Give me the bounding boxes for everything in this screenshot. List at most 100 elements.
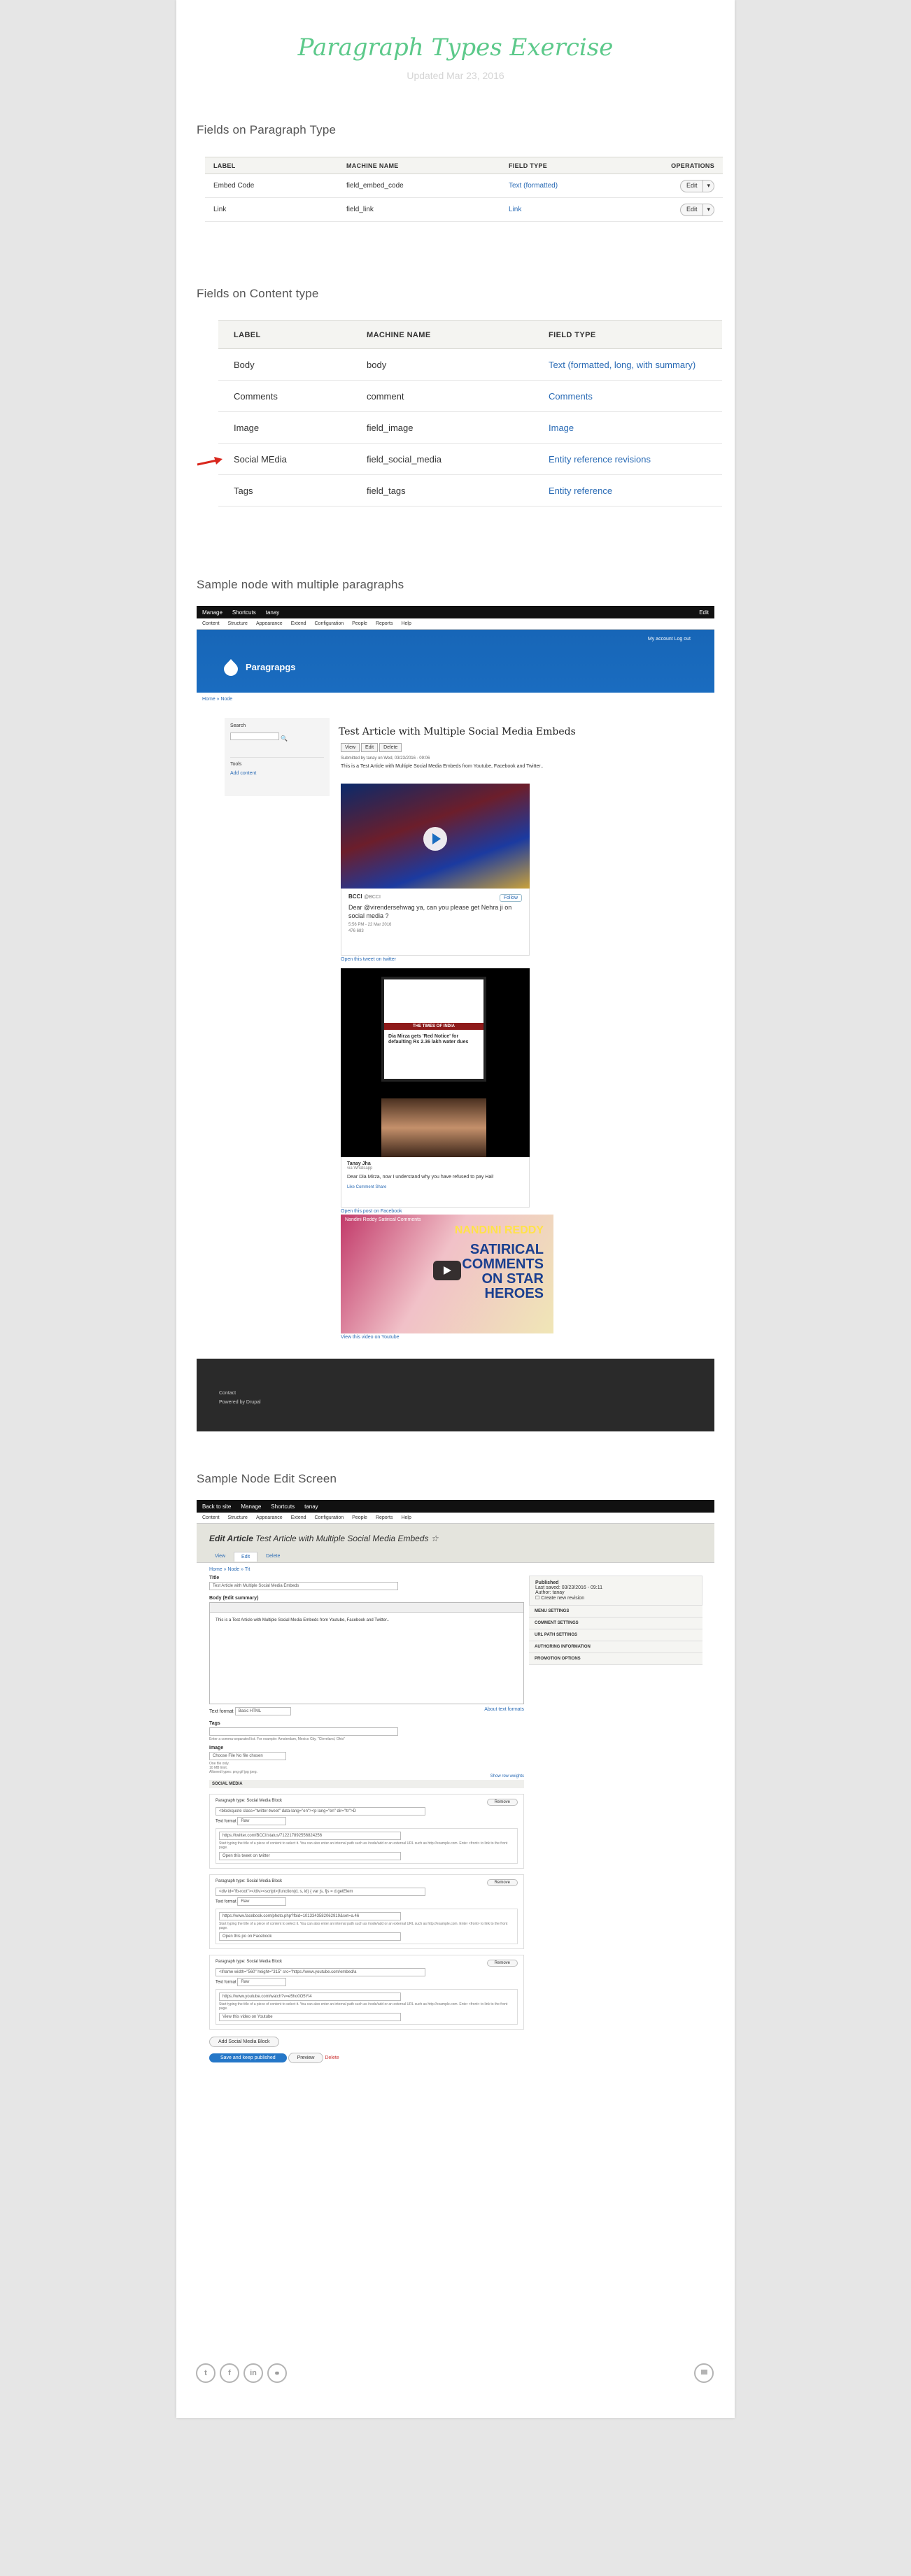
comment-settings[interactable]: COMMENT SETTINGS (529, 1618, 702, 1629)
remove-button[interactable]: Remove (486, 1879, 518, 1886)
toolbar-user[interactable]: tanay (304, 1503, 318, 1510)
menu-item[interactable]: Content (202, 621, 220, 626)
promotion-options[interactable]: PROMOTION OPTIONS (529, 1653, 702, 1665)
row-weights-link[interactable]: Show row weights (209, 1774, 524, 1778)
yt-link[interactable]: View this video on Youtube (341, 1335, 553, 1340)
url-input[interactable]: https://twitter.com/BCCI/status/71221789… (219, 1832, 401, 1840)
format-select[interactable]: Raw (237, 1978, 287, 1986)
remove-button[interactable]: Remove (486, 1960, 518, 1967)
title-input[interactable]: Test Article with Multiple Social Media … (209, 1582, 398, 1590)
embed-code-input[interactable]: <div id="fb-root"></div><script>(functio… (216, 1888, 425, 1896)
fb-link[interactable]: Open this post on Facebook (341, 1209, 530, 1214)
tab-view[interactable]: View (341, 743, 360, 752)
menu-item[interactable]: People (352, 621, 367, 626)
edit-button[interactable]: Edit ▾ (679, 203, 714, 216)
menu-item[interactable]: Content (202, 1515, 220, 1520)
site-name[interactable]: Paragrapgs (246, 662, 296, 672)
tab-edit[interactable]: Edit (361, 743, 379, 752)
field-type-link[interactable]: Comments (533, 380, 722, 412)
menu-item[interactable]: Configuration (315, 621, 344, 626)
url-path-settings[interactable]: URL PATH SETTINGS (529, 1629, 702, 1641)
menu-item[interactable]: Structure (228, 1515, 248, 1520)
field-type-link[interactable]: Text (formatted) (500, 174, 654, 198)
toolbar-edit[interactable]: Edit (699, 609, 714, 616)
link-icon[interactable]: ⚭ (267, 2363, 287, 2383)
menu-item[interactable]: Help (401, 621, 411, 626)
footer-contact[interactable]: Contact (219, 1391, 692, 1396)
facebook-icon[interactable]: f (220, 2363, 239, 2383)
body-editor[interactable]: This is a Test Article with Multiple Soc… (209, 1602, 524, 1704)
footer-powered[interactable]: Powered by Drupal (219, 1400, 692, 1405)
toolbar-manage[interactable]: Manage (241, 1503, 261, 1510)
format-select[interactable]: Raw (237, 1897, 287, 1906)
paper: Paragraph Types Exercise Updated Mar 23,… (176, 0, 735, 2418)
tags-input[interactable] (209, 1727, 398, 1736)
chevron-down-icon[interactable]: ▾ (702, 204, 714, 215)
breadcrumb[interactable]: Home » Node » Tit (197, 1563, 714, 1576)
field-type-link[interactable]: Text (formatted, long, with summary) (533, 348, 722, 381)
embed-code-input[interactable]: <iframe width="560" height="315" src="ht… (216, 1968, 425, 1976)
link-text-input[interactable]: Open this tweet on twitter (219, 1852, 401, 1860)
menu-item[interactable]: Configuration (315, 1515, 344, 1520)
tab-delete[interactable]: Delete (379, 743, 402, 752)
youtube-play-icon[interactable] (433, 1261, 461, 1280)
tab-delete[interactable]: Delete (259, 1552, 287, 1562)
toolbar-back[interactable]: Back to site (202, 1503, 231, 1510)
menu-item[interactable]: Help (401, 1515, 411, 1520)
field-type-link[interactable]: Link (500, 197, 654, 222)
menu-settings[interactable]: MENU SETTINGS (529, 1606, 702, 1618)
star-icon[interactable]: ☆ (431, 1534, 439, 1543)
field-type-link[interactable]: Entity reference revisions (533, 443, 722, 475)
body-text[interactable]: This is a Test Article with Multiple Soc… (210, 1613, 523, 1628)
menu-item[interactable]: Extend (291, 1515, 306, 1520)
format-select[interactable]: Basic HTML (234, 1707, 291, 1715)
toolbar-user[interactable]: tanay (266, 609, 280, 616)
account-links[interactable]: My account Log out (648, 637, 691, 642)
image-input[interactable]: Choose File No file chosen (209, 1752, 286, 1760)
remove-button[interactable]: Remove (486, 1799, 518, 1806)
menu-item[interactable]: Extend (291, 621, 306, 626)
fb-actions[interactable]: Like Comment Share (347, 1185, 523, 1189)
preview-button[interactable]: Preview (288, 2053, 324, 2063)
flag-icon[interactable] (694, 2363, 714, 2383)
tab-view[interactable]: View (208, 1552, 232, 1562)
editor-toolbar[interactable] (210, 1603, 523, 1613)
tweet-link[interactable]: Open this tweet on twitter (341, 957, 530, 962)
menu-item[interactable]: Appearance (256, 1515, 283, 1520)
embed-code-input[interactable]: <blockquote class="twitter-tweet" data-l… (216, 1807, 425, 1816)
menu-item[interactable]: Appearance (256, 621, 283, 626)
format-select[interactable]: Raw (237, 1817, 287, 1825)
format-help-link[interactable]: About text formats (484, 1707, 524, 1715)
chevron-down-icon[interactable]: ▾ (702, 180, 714, 192)
search-icon[interactable]: 🔍 (281, 735, 288, 742)
play-icon[interactable] (423, 827, 447, 851)
revision-checkbox[interactable]: ☐ (535, 1596, 539, 1601)
edit-button[interactable]: Edit ▾ (679, 179, 714, 192)
save-button[interactable]: Save and keep published (209, 2053, 287, 2062)
url-input[interactable]: https://www.facebook.com/photo.php?fbid=… (219, 1912, 401, 1920)
toolbar-manage[interactable]: Manage (202, 609, 223, 616)
twitter-icon[interactable]: t (196, 2363, 216, 2383)
tab-edit[interactable]: Edit (234, 1552, 258, 1562)
menu-item[interactable]: Reports (376, 1515, 393, 1520)
authoring-information[interactable]: AUTHORING INFORMATION (529, 1641, 702, 1653)
delete-link[interactable]: Delete (325, 2055, 339, 2060)
toolbar-shortcuts[interactable]: Shortcuts (232, 609, 256, 616)
follow-button[interactable]: Follow (499, 894, 522, 902)
url-input[interactable]: https://www.youtube.com/watch?v=e5ho0O5Y… (219, 1993, 401, 2001)
tweet-image[interactable] (341, 784, 530, 889)
menu-item[interactable]: People (352, 1515, 367, 1520)
youtube-thumbnail[interactable]: Nandini Reddy Satirical Comments NANDINI… (341, 1215, 553, 1333)
add-block-button[interactable]: Add Social Media Block (209, 2037, 279, 2047)
breadcrumb[interactable]: Home » Node (197, 693, 714, 706)
menu-item[interactable]: Reports (376, 621, 393, 626)
add-content-link[interactable]: Add content (230, 771, 324, 776)
linkedin-icon[interactable]: in (243, 2363, 263, 2383)
toolbar-shortcuts[interactable]: Shortcuts (271, 1503, 295, 1510)
field-type-link[interactable]: Entity reference (533, 474, 722, 507)
search-input[interactable] (230, 733, 279, 740)
field-type-link[interactable]: Image (533, 411, 722, 444)
menu-item[interactable]: Structure (228, 621, 248, 626)
link-text-input[interactable]: Open this po on Facebook (219, 1932, 401, 1941)
link-text-input[interactable]: View this video on Youtube (219, 2013, 401, 2021)
